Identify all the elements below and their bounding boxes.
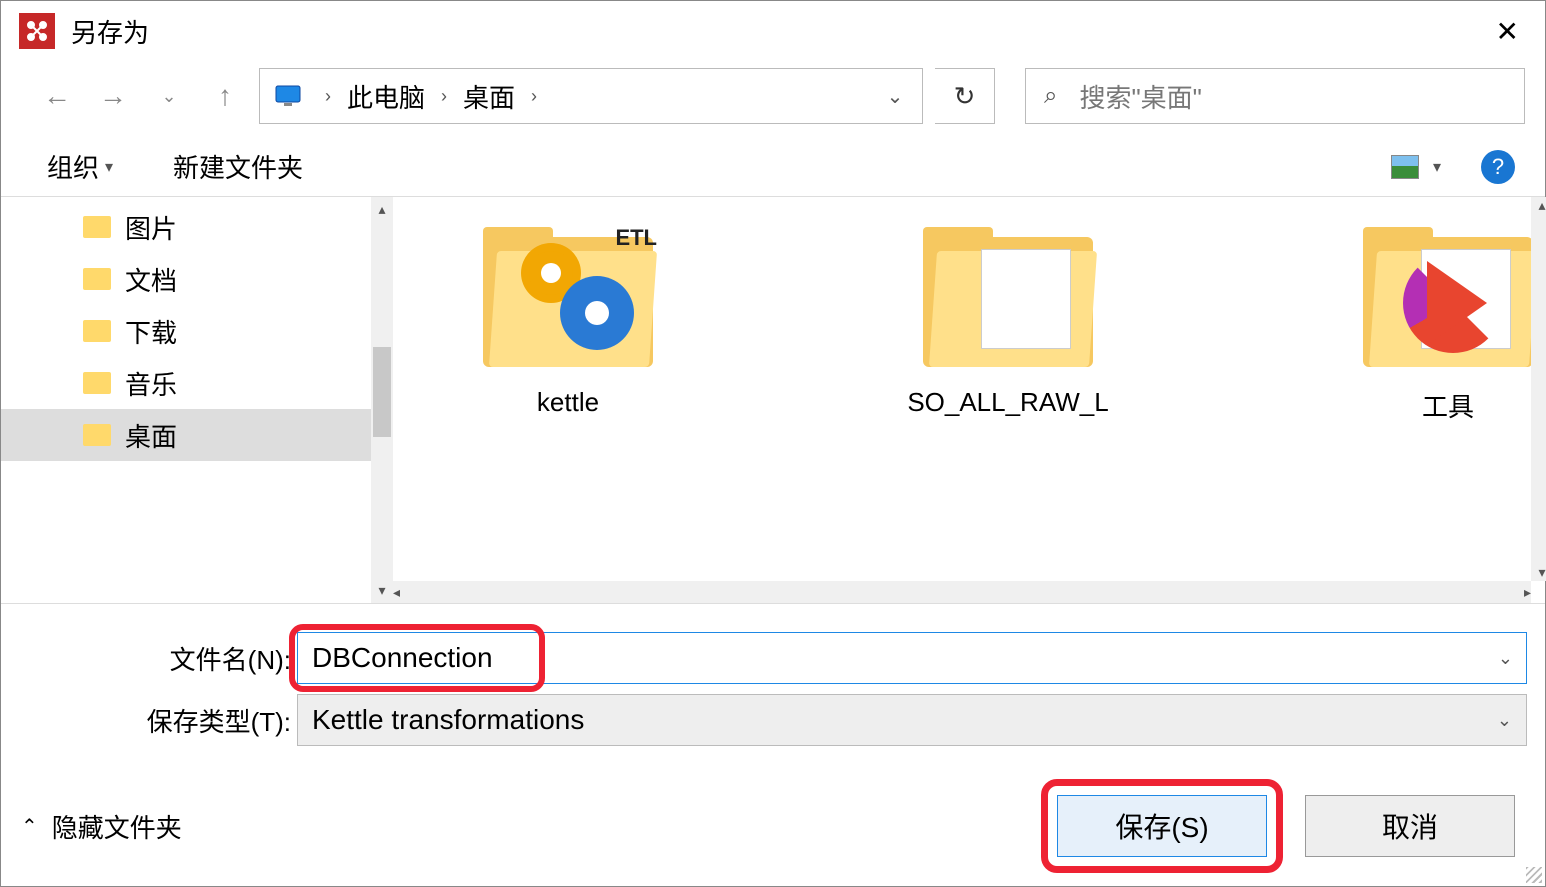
view-thumb-icon (1391, 155, 1419, 179)
refresh-button[interactable]: ↻ (935, 68, 995, 124)
sidebar-scrollbar[interactable]: ▴ ▾ (371, 197, 393, 603)
save-label: 保存(S) (1115, 806, 1208, 846)
scroll-right-icon[interactable]: ▸ (1524, 584, 1531, 601)
document-icon (981, 249, 1071, 349)
save-button[interactable]: 保存(S) (1057, 795, 1267, 857)
gear-icon (529, 251, 573, 295)
folder-so-all-raw[interactable]: SO_ALL_RAW_L (903, 227, 1113, 424)
organize-button[interactable]: 组织 ▾ (47, 148, 113, 185)
bottom-bar: ⌃ 隐藏文件夹 保存(S) 取消 (1, 766, 1545, 886)
gear-icon (569, 285, 625, 341)
organize-label: 组织 (47, 148, 99, 185)
forward-button[interactable]: → (91, 74, 135, 118)
pc-icon (260, 85, 315, 107)
view-mode-button[interactable]: ▾ (1391, 155, 1441, 179)
folder-kettle[interactable]: ETL kettle (463, 227, 673, 424)
folder-icon (83, 268, 111, 290)
chevron-down-icon[interactable]: ⌄ (1498, 648, 1513, 669)
new-folder-label: 新建文件夹 (173, 148, 303, 185)
titlebar: 另存为 ✕ (1, 1, 1545, 61)
form-area: 文件名(N): ⌄ 保存类型(T): Kettle transformation… (1, 604, 1545, 766)
filename-label: 文件名(N): (1, 640, 297, 677)
breadcrumb-pc[interactable]: 此电脑 (341, 78, 431, 115)
etl-badge: ETL (615, 225, 657, 251)
cancel-button[interactable]: 取消 (1305, 795, 1515, 857)
window-title: 另存为 (71, 13, 1478, 50)
sidebar-item-label: 音乐 (125, 365, 177, 402)
scroll-up-icon[interactable]: ▴ (1538, 197, 1545, 214)
scroll-up-icon[interactable]: ▴ (374, 197, 389, 222)
sidebar-item-label: 下载 (125, 313, 177, 350)
hide-folders-label: 隐藏文件夹 (52, 808, 182, 845)
folder-icon: ETL (483, 227, 653, 367)
folder-icon (83, 320, 111, 342)
files-scrollbar-v[interactable]: ▴▾ (1531, 197, 1546, 581)
chevron-up-icon: ⌃ (21, 814, 38, 839)
files-scrollbar-h[interactable]: ◂▸ (393, 581, 1531, 603)
chevron-right-icon: › (431, 86, 457, 107)
recent-dropdown[interactable]: ⌄ (147, 74, 191, 118)
sidebar-item-documents[interactable]: 文档 (1, 253, 371, 305)
filetype-value: Kettle transformations (312, 704, 584, 736)
file-label: 工具 (1422, 387, 1474, 424)
back-button[interactable]: ← (35, 74, 79, 118)
nav-row: ← → ⌄ ↑ › 此电脑 › 桌面 › ⌄ ↻ ⌕ 搜索"桌面" (1, 61, 1545, 131)
filetype-label: 保存类型(T): (1, 702, 297, 739)
content-area: 图片 文档 下载 音乐 桌面 ▴ ▾ ETL kettle (1, 197, 1545, 604)
resize-grip[interactable] (1526, 867, 1542, 883)
filename-input[interactable] (297, 632, 1527, 684)
chevron-down-icon: ▾ (105, 157, 113, 177)
folder-icon (83, 372, 111, 394)
file-label: SO_ALL_RAW_L (907, 387, 1108, 418)
scroll-left-icon[interactable]: ◂ (393, 584, 400, 601)
scrollbar-thumb[interactable] (373, 347, 391, 437)
sidebar-item-music[interactable]: 音乐 (1, 357, 371, 409)
sidebar-item-desktop[interactable]: 桌面 (1, 409, 371, 461)
sidebar-item-downloads[interactable]: 下载 (1, 305, 371, 357)
chevron-right-icon: › (521, 86, 547, 107)
sidebar-item-pictures[interactable]: 图片 (1, 201, 371, 253)
sidebar-item-label: 文档 (125, 261, 177, 298)
file-label: kettle (537, 387, 599, 418)
folder-icon (1363, 227, 1533, 367)
new-folder-button[interactable]: 新建文件夹 (173, 148, 303, 185)
folder-icon (83, 424, 111, 446)
scroll-down-icon[interactable]: ▾ (1538, 564, 1545, 581)
chevron-down-icon: ▾ (1433, 157, 1441, 177)
sidebar-item-label: 图片 (125, 209, 177, 246)
cancel-label: 取消 (1382, 806, 1438, 846)
folder-icon (923, 227, 1093, 367)
hide-folders-button[interactable]: ⌃ 隐藏文件夹 (21, 808, 182, 845)
search-icon: ⌕ (1044, 82, 1057, 110)
sidebar: 图片 文档 下载 音乐 桌面 (1, 197, 371, 603)
play-icon (1427, 261, 1487, 345)
breadcrumb-desktop[interactable]: 桌面 (457, 78, 521, 115)
folder-icon (83, 216, 111, 238)
breadcrumb[interactable]: › 此电脑 › 桌面 › ⌄ (259, 68, 923, 124)
app-icon (19, 13, 55, 49)
chevron-right-icon: › (315, 86, 341, 107)
scroll-down-icon[interactable]: ▾ (374, 578, 389, 603)
chevron-down-icon: ⌄ (1497, 710, 1512, 731)
close-button[interactable]: ✕ (1478, 7, 1537, 56)
breadcrumb-dropdown[interactable]: ⌄ (867, 84, 922, 109)
files-pane[interactable]: ETL kettle SO_ALL_RAW_L (393, 197, 1546, 603)
search-input[interactable]: ⌕ 搜索"桌面" (1025, 68, 1525, 124)
filetype-select[interactable]: Kettle transformations ⌄ (297, 694, 1527, 746)
up-button[interactable]: ↑ (203, 74, 247, 118)
sidebar-item-label: 桌面 (125, 417, 177, 454)
help-button[interactable]: ? (1481, 150, 1515, 184)
folder-tools[interactable]: 工具 (1343, 227, 1546, 424)
search-placeholder: 搜索"桌面" (1079, 78, 1201, 115)
toolbar: 组织 ▾ 新建文件夹 ▾ ? (1, 137, 1545, 197)
